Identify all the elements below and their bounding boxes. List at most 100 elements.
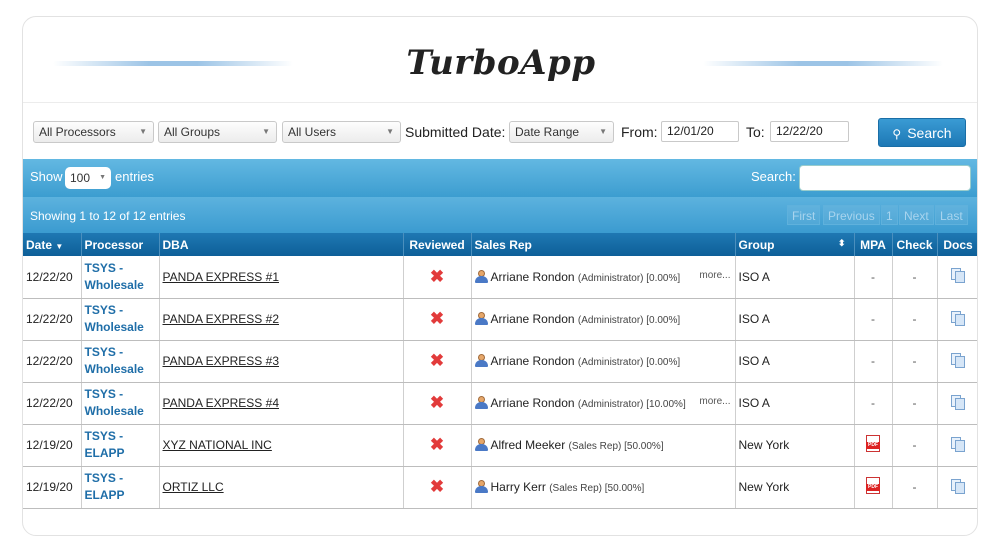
cell-group: ISO A bbox=[735, 298, 855, 341]
mpa-value: - bbox=[871, 396, 875, 410]
col-header-mpa[interactable]: MPA bbox=[854, 233, 893, 256]
dba-link[interactable]: PANDA EXPRESS #2 bbox=[163, 312, 280, 326]
processor-name: TSYS - bbox=[84, 471, 124, 485]
processor-name: TSYS - bbox=[84, 303, 124, 317]
cell-docs bbox=[937, 466, 977, 509]
x-mark-icon[interactable]: ✖ bbox=[430, 477, 444, 496]
from-date-input[interactable]: 12/01/20 bbox=[661, 121, 739, 142]
page-length-value: 100 bbox=[70, 171, 91, 185]
col-header-check[interactable]: Check bbox=[892, 233, 938, 256]
cell-date: 12/22/20 bbox=[23, 256, 82, 299]
cell-docs bbox=[937, 340, 977, 383]
cell-docs bbox=[937, 298, 977, 341]
processor-select-value: All Processors bbox=[39, 125, 116, 139]
documents-icon[interactable] bbox=[951, 352, 965, 368]
user-icon bbox=[474, 480, 488, 493]
documents-icon[interactable] bbox=[951, 394, 965, 410]
dba-link[interactable]: XYZ NATIONAL INC bbox=[163, 438, 272, 452]
mpa-value: - bbox=[871, 269, 875, 284]
table-row[interactable]: 12/22/20 TSYS - Wholesale PANDA EXPRESS #3 ✖… bbox=[23, 340, 977, 383]
documents-icon[interactable] bbox=[951, 436, 965, 452]
dba-link[interactable]: PANDA EXPRESS #3 bbox=[163, 354, 280, 368]
filter-bar: All Processors ▼ All Groups ▼ All Users … bbox=[23, 103, 977, 159]
check-value: - bbox=[912, 438, 917, 452]
table-row[interactable]: 12/19/20 TSYS - ELAPP XYZ NATIONAL INC ✖ Alfr… bbox=[23, 424, 977, 467]
page-length-select[interactable]: 100 ▼ bbox=[65, 167, 111, 189]
group-select[interactable]: All Groups ▼ bbox=[158, 121, 277, 143]
user-icon bbox=[474, 438, 488, 451]
cell-reviewed: ✖ bbox=[403, 382, 472, 425]
cell-dba: ORTIZ LLC bbox=[159, 466, 404, 509]
cell-dba: PANDA EXPRESS #1 bbox=[159, 256, 404, 299]
show-label: Show bbox=[30, 169, 63, 184]
cell-reviewed: ✖ bbox=[403, 256, 472, 299]
col-header-sales-rep[interactable]: Sales Rep bbox=[471, 233, 736, 256]
dba-link[interactable]: ORTIZ LLC bbox=[163, 480, 224, 494]
check-value: - bbox=[912, 480, 917, 494]
table-info: Showing 1 to 12 of 12 entries bbox=[30, 209, 186, 223]
cell-processor: TSYS - ELAPP bbox=[81, 424, 160, 467]
more-link[interactable]: more... bbox=[699, 270, 730, 281]
rep-name: Harry Kerr bbox=[490, 480, 546, 494]
cell-reviewed: ✖ bbox=[403, 298, 472, 341]
x-mark-icon[interactable]: ✖ bbox=[430, 309, 444, 328]
date-type-select[interactable]: Date Range ▼ bbox=[509, 121, 614, 143]
user-icon bbox=[474, 354, 488, 367]
cell-check: - bbox=[892, 340, 938, 383]
pager-previous[interactable]: Previous bbox=[823, 205, 880, 225]
documents-icon[interactable] bbox=[951, 310, 965, 326]
cell-group: ISO A bbox=[735, 382, 855, 425]
col-header-reviewed[interactable]: Reviewed bbox=[403, 233, 472, 256]
more-link[interactable]: more... bbox=[699, 396, 730, 407]
search-button-label: Search bbox=[907, 125, 952, 141]
to-label: To: bbox=[746, 124, 765, 140]
pager-current[interactable]: 1 bbox=[881, 205, 898, 225]
x-mark-icon[interactable]: ✖ bbox=[430, 267, 444, 286]
col-header-date[interactable]: Date ▼ bbox=[23, 233, 82, 256]
pdf-icon[interactable]: PDF bbox=[866, 477, 880, 494]
cell-reviewed: ✖ bbox=[403, 340, 472, 383]
pager-next[interactable]: Next bbox=[899, 205, 934, 225]
cell-mpa: PDF bbox=[854, 466, 893, 509]
rep-name: Alfred Meeker bbox=[490, 438, 566, 452]
pdf-icon[interactable]: PDF bbox=[866, 435, 880, 452]
from-label: From: bbox=[621, 124, 658, 140]
user-select[interactable]: All Users ▼ bbox=[282, 121, 401, 143]
user-icon bbox=[474, 269, 488, 283]
table-search-input[interactable] bbox=[799, 165, 971, 191]
col-header-docs[interactable]: Docs bbox=[937, 233, 977, 256]
table-row[interactable]: 12/19/20 TSYS - ELAPP ORTIZ LLC ✖ Harry Kerr … bbox=[23, 466, 977, 509]
documents-icon[interactable] bbox=[951, 478, 965, 494]
pager-last[interactable]: Last bbox=[935, 205, 968, 225]
table-row[interactable]: 12/22/20 TSYS - Wholesale PANDA EXPRESS #1 ✖… bbox=[23, 256, 977, 299]
col-header-dba[interactable]: DBA bbox=[159, 233, 404, 256]
chevron-down-icon: ▼ bbox=[99, 174, 106, 181]
cell-docs bbox=[937, 382, 977, 425]
col-header-processor[interactable]: Processor bbox=[81, 233, 160, 256]
dba-link[interactable]: PANDA EXPRESS #4 bbox=[163, 396, 280, 410]
user-icon bbox=[474, 312, 488, 325]
processor-select[interactable]: All Processors ▼ bbox=[33, 121, 154, 143]
chevron-down-icon: ▼ bbox=[139, 127, 147, 136]
table-row[interactable]: 12/22/20 TSYS - Wholesale PANDA EXPRESS #2 ✖… bbox=[23, 298, 977, 341]
to-date-input[interactable]: 12/22/20 bbox=[770, 121, 849, 142]
rep-role: (Sales Rep) [50.00%] bbox=[549, 483, 645, 494]
col-header-group[interactable]: Group ⬍ bbox=[735, 233, 855, 256]
user-select-value: All Users bbox=[288, 125, 337, 139]
table-row[interactable]: 12/22/20 TSYS - Wholesale PANDA EXPRESS #4 ✖… bbox=[23, 382, 977, 425]
cell-processor: TSYS - Wholesale bbox=[81, 256, 160, 299]
processor-type: Wholesale bbox=[84, 362, 144, 376]
x-mark-icon[interactable]: ✖ bbox=[430, 435, 444, 454]
pager-first[interactable]: First bbox=[787, 205, 821, 225]
documents-icon[interactable] bbox=[951, 268, 965, 284]
x-mark-icon[interactable]: ✖ bbox=[430, 393, 444, 412]
rep-name: Arriane Rondon bbox=[490, 312, 575, 326]
cell-processor: TSYS - ELAPP bbox=[81, 466, 160, 509]
processor-type: ELAPP bbox=[84, 488, 125, 502]
search-button[interactable]: ⚲ Search bbox=[878, 118, 966, 147]
dba-link[interactable]: PANDA EXPRESS #1 bbox=[163, 270, 280, 284]
rep-role: (Administrator) [0.00%] bbox=[577, 357, 681, 368]
cell-sales-rep: Arriane Rondon (Administrator) [0.00%] bbox=[471, 340, 736, 383]
cell-date: 12/19/20 bbox=[23, 466, 82, 509]
x-mark-icon[interactable]: ✖ bbox=[430, 351, 444, 370]
